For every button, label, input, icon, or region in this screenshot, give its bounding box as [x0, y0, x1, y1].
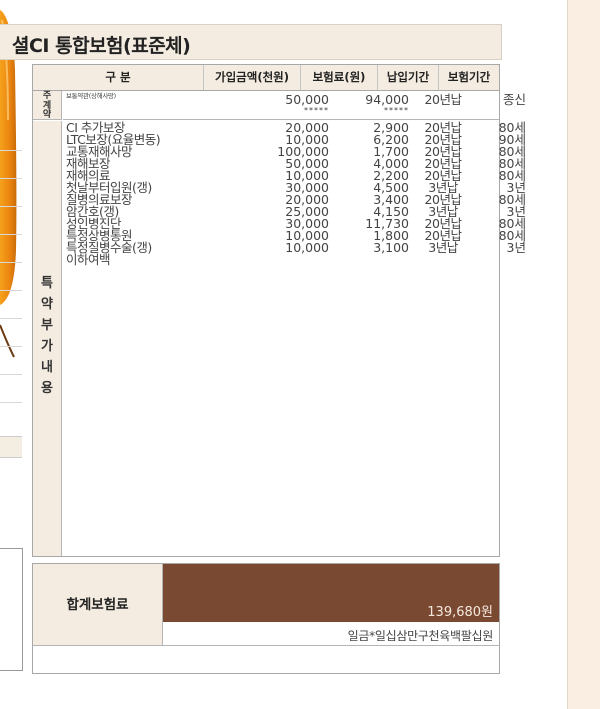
main-contract-payment-period: 20년납 — [424, 92, 462, 107]
left-grid-lines — [0, 150, 22, 420]
rider-amount: 10,000 — [285, 240, 329, 255]
left-panel-box — [0, 548, 23, 671]
rider-list: CI 추가보장 20,000 2,900 20년납 80세 LTC보장(요율변동… — [63, 121, 526, 542]
header-category: 구 분 — [105, 70, 131, 84]
rider-label-char: 내 — [41, 360, 53, 375]
total-amount-cell: 139,680원 — [163, 564, 499, 622]
rider-section-label: 특 약 부 가 내 용 — [33, 121, 62, 556]
header-amount: 가입금액(천원) — [215, 70, 289, 84]
main-contract-row: 보통약관(상해사망) 50,000 94,000 20년납 종신 ***** *… — [63, 91, 526, 120]
product-title-bar: 셜CI 통합보험(표준체) — [0, 24, 502, 60]
header-coverage-period: 보험기간 — [447, 70, 491, 84]
table-header-row: 구 분 가입금액(천원) 보험료(원) 납입기간 보험기간 — [33, 65, 499, 91]
total-premium-amount: 139,680원 — [427, 605, 493, 620]
rider-label-char: 용 — [41, 381, 53, 396]
rider-premium: 3,100 — [373, 240, 409, 255]
main-contract-premium-mark: ***** — [384, 106, 409, 115]
header-payment-period: 납입기간 — [386, 70, 430, 84]
product-title: 셜CI 통합보험(표준체) — [12, 35, 191, 57]
rider-label-char: 약 — [41, 297, 53, 312]
rider-coverage-period: 3년 — [506, 240, 526, 255]
left-panel-strip — [0, 436, 22, 458]
main-contract-premium: 94,000 — [365, 92, 409, 107]
coverage-table: 구 분 가입금액(천원) 보험료(원) 납입기간 보험기간 주 계 약 보통약관… — [32, 64, 526, 557]
total-premium-label: 합계보험료 — [33, 564, 163, 646]
total-premium-table: 합계보험료 139,680원 일금*일십삼만구천육백팔십원 — [32, 563, 500, 674]
header-premium: 보험료(원) — [312, 70, 366, 84]
right-side-panel — [567, 0, 600, 709]
rider-label-char: 특 — [41, 276, 53, 291]
rider-row: 이하여백 — [63, 252, 499, 267]
main-contract-name: 보통약관(상해사망) — [66, 92, 116, 100]
rider-payment-period: 3년납 — [428, 240, 458, 255]
total-words-cell: 일금*일십삼만구천육백팔십원 — [163, 622, 499, 646]
rider-row: 특정질병수술(갱) 10,000 3,100 3년납 3년 — [63, 240, 526, 255]
rider-label-char: 부 — [41, 318, 53, 333]
right-panel-divider — [567, 0, 568, 709]
main-contract-amount: 50,000 — [285, 92, 329, 107]
main-contract-amount-mark: ***** — [304, 106, 329, 115]
main-contract-label-char: 약 — [42, 110, 52, 120]
main-contract-label: 주 계 약 — [33, 91, 62, 120]
main-contract-coverage-period: 종신 — [502, 92, 526, 107]
total-premium-in-words: 일금*일십삼만구천육백팔십원 — [347, 629, 494, 643]
rider-name: 이하여백 — [66, 252, 111, 267]
rider-label-char: 가 — [41, 339, 53, 354]
